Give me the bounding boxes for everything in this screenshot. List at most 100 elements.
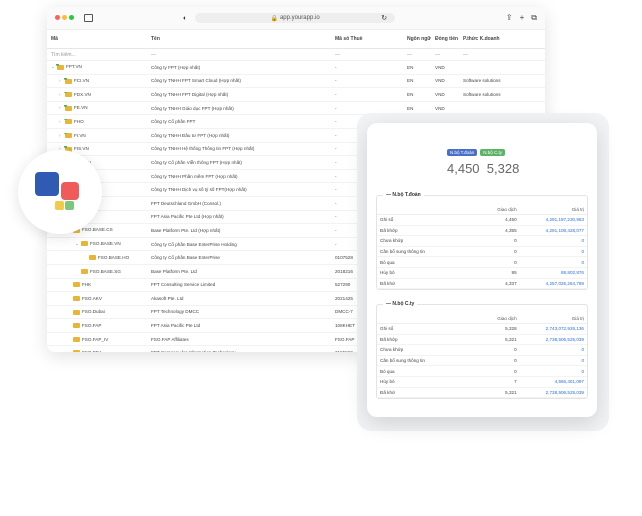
summary-trans: 5,321 (505, 389, 517, 395)
summary-value[interactable]: 0 (517, 249, 587, 254)
new-tab-icon[interactable]: + (520, 13, 525, 23)
row-tax: - (335, 105, 337, 111)
summary-row[interactable]: Đã khử 5,321 2,738,506,525,039 (377, 388, 587, 399)
shield-icon: ◐ (183, 14, 188, 22)
summary-value[interactable]: 0 (517, 347, 587, 352)
summary-row[interactable]: Chưa khớp 0 0 (377, 236, 587, 247)
section-group-title[interactable]: — N.bộ T.đoàn (383, 192, 424, 198)
folder-icon (64, 119, 72, 125)
share-icon[interactable]: ⇪ (506, 13, 513, 23)
summary-value[interactable]: 2,743,072,926,136 (517, 326, 587, 331)
row-lang: EN (407, 91, 414, 97)
close-dot-icon[interactable] (55, 14, 60, 20)
filter-tax[interactable]: — (331, 52, 403, 58)
summary-value[interactable]: 2,738,506,525,039 (517, 337, 587, 342)
summary-value[interactable]: 88,802,876 (517, 270, 587, 275)
col-value: Giá trị (571, 315, 584, 321)
folder-icon (73, 282, 80, 288)
row-code: FSO.BASE.VN (90, 241, 121, 247)
row-code: FIS.VN (74, 146, 89, 152)
summary-value[interactable]: 0 (517, 358, 587, 363)
header-lang[interactable]: Ngôn ngữ (403, 36, 431, 42)
row-tax: - (335, 64, 337, 70)
header-tax[interactable]: Mã số Thuế (331, 36, 403, 42)
row-code: FSO.FAP_IV (82, 336, 109, 342)
summary-row[interactable]: Đã khử 4,337 4,257,026,264,789 (377, 279, 587, 290)
table-row[interactable]: › FCI.VN Công ty TNHH FPT Smart Cloud (Hợp… (47, 75, 545, 89)
row-lang: EN (407, 78, 414, 84)
summary-label: Chưa khớp (380, 347, 404, 353)
filter-row: Tìm kiếm... — — — — — (47, 49, 545, 61)
header-name[interactable]: Tên (147, 36, 331, 42)
row-name: Công ty FPT (Hợp nhất) (151, 64, 201, 70)
badge-company[interactable]: N.bộ C.ty (480, 149, 505, 156)
summary-trans: 5,328 (505, 326, 517, 332)
summary-row[interactable]: Ghi sổ 5,328 2,743,072,926,136 (377, 324, 587, 335)
row-code: FSO.BASE.HO (98, 254, 130, 260)
summary-label: Đã khớp (380, 336, 398, 342)
maximize-dot-icon[interactable] (69, 14, 74, 20)
summary-row[interactable]: Chưa khớp 0 0 (377, 345, 587, 356)
header-business[interactable]: P.thức K.doanh (459, 36, 539, 42)
table-row[interactable]: ⌄ FPT.VN Công ty FPT (Hợp nhất) - EN VND (47, 61, 545, 75)
summary-label: Hủy bỏ (380, 379, 395, 385)
summary-value[interactable]: 0 (517, 369, 587, 374)
summary-trans: 95 (511, 270, 517, 276)
summary-label: Chưa khớp (380, 238, 404, 244)
filter-business[interactable]: — (459, 52, 539, 58)
folder-icon (73, 350, 80, 352)
tabs-overview-icon[interactable]: ⧉ (531, 13, 537, 23)
row-code: FPT.VN (66, 64, 82, 70)
filter-currency[interactable]: — (431, 52, 459, 58)
summary-value[interactable]: 2,738,506,525,039 (517, 390, 587, 395)
summary-row[interactable]: Bỏ qua 0 0 (377, 366, 587, 377)
header-code[interactable]: Mã (47, 36, 147, 42)
row-name: Công ty TNHH Dịch vụ số tỷ số FPT(Hợp nh… (151, 187, 247, 193)
summary-value[interactable]: 4,257,026,264,789 (517, 281, 587, 286)
summary-value[interactable]: 4,291,108,428,077 (517, 228, 587, 233)
row-name: FPT Asia Pacific Pte Ltd (Hợp nhất) (151, 214, 224, 220)
summary-trans: 4,337 (505, 280, 517, 286)
summary-value[interactable]: 4,291,197,230,953 (517, 217, 587, 222)
summary-row[interactable]: Cần bổ sung thông tin 0 0 (377, 247, 587, 258)
summary-value[interactable]: 0 (517, 238, 587, 243)
summary-trans: 0 (514, 368, 517, 374)
reload-icon[interactable]: ↻ (381, 14, 387, 22)
summary-row[interactable]: Đã khớp 5,321 2,738,506,525,039 (377, 335, 587, 346)
row-lang: EN (407, 105, 414, 111)
summary-row[interactable]: Ghi sổ 4,450 4,291,197,230,953 (377, 215, 587, 226)
row-name: Công ty TNHH FPT Smart Cloud (Hợp nhất) (151, 78, 241, 84)
summary-row[interactable]: Hủy bỏ 7 4,566,401,097 (377, 377, 587, 388)
row-code: FHK (82, 282, 92, 288)
filter-lang[interactable]: — (403, 52, 431, 58)
filter-name[interactable]: — (147, 52, 331, 58)
row-name: Công ty TNHH FPT Digital (Hợp nhất) (151, 91, 229, 97)
table-row[interactable]: › FDX.VN Công ty TNHH FPT Digital (Hợp nhấ… (47, 88, 545, 102)
summary-label: Cần bổ sung thông tin (380, 358, 425, 364)
summary-row[interactable]: Bỏ qua 0 0 (377, 257, 587, 268)
row-name: FPT Consulting Service Limited (151, 282, 216, 288)
summary-row[interactable]: Cần bổ sung thông tin 0 0 (377, 356, 587, 367)
row-code: FSO.BASE.SG (90, 268, 121, 274)
summary-row[interactable]: Đã khớp 4,355 4,291,108,428,077 (377, 226, 587, 237)
row-name: Công ty Cổ phần Viễn thông FPT (Hợp nhất… (151, 159, 242, 165)
summary-label: Hủy bỏ (380, 270, 395, 276)
minimize-dot-icon[interactable] (62, 14, 67, 20)
header-currency[interactable]: Đồng tiền (431, 36, 459, 42)
filter-code-input[interactable]: Tìm kiếm... (47, 52, 147, 58)
row-name: FPT Company for Information Technology (147, 350, 331, 352)
url-text: app.yourapp.io (279, 15, 320, 21)
summary-card: N.bộ T.đoàn N.bộ C.ty 4,450 5,328 — N.bộ… (367, 123, 597, 417)
summary-value[interactable]: 4,566,401,097 (517, 379, 587, 384)
summary-trans: 0 (514, 259, 517, 265)
summary-row[interactable]: Hủy bỏ 95 88,802,876 (377, 268, 587, 279)
badge-group[interactable]: N.bộ T.đoàn (447, 149, 478, 156)
sidebar-toggle-icon[interactable] (84, 14, 93, 22)
row-name: FPT Technology DMCC (151, 309, 200, 315)
folder-icon (64, 105, 72, 111)
summary-value[interactable]: 0 (517, 260, 587, 265)
address-bar[interactable]: 🔒 app.yourapp.io (195, 13, 396, 23)
folder-icon (64, 78, 72, 84)
section-company-title[interactable]: — N.bộ C.ty (383, 301, 418, 307)
row-name: FPT Deutschland GmbH (Consol.) (151, 200, 221, 206)
